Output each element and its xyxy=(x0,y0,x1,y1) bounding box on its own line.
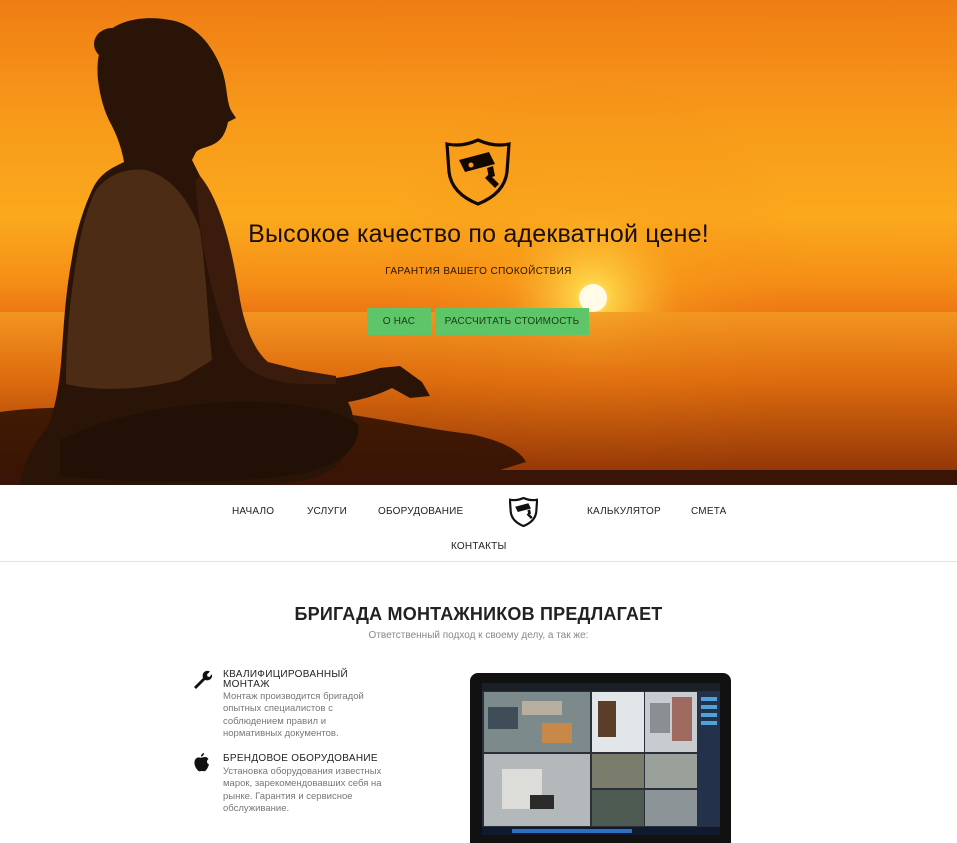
nav-item-estimate[interactable]: СМЕТА xyxy=(691,506,727,517)
camera-grid-image xyxy=(482,683,720,835)
feature-title: БРЕНДОВОЕ ОБОРУДОВАНИЕ xyxy=(223,753,378,764)
nav-item-equipment[interactable]: ОБОРУДОВАНИЕ xyxy=(378,506,463,517)
hero-title: Высокое качество по адекватной цене! xyxy=(248,220,709,248)
feature-title: КВАЛИФИЦИРОВАННЫЙ МОНТАЖ xyxy=(223,669,348,690)
wrench-icon xyxy=(194,670,212,689)
nav-item-services[interactable]: УСЛУГИ xyxy=(307,506,347,517)
section-subtitle: Ответственный подход к своему делу, а та… xyxy=(368,630,589,641)
main-navigation: НАЧАЛО УСЛУГИ ОБОРУДОВАНИЕ КАЛЬКУЛЯТОР С… xyxy=(0,485,957,562)
security-camera-shield-icon xyxy=(445,138,511,206)
nav-item-contacts[interactable]: КОНТАКТЫ xyxy=(451,541,507,552)
feature-description: Монтаж производится бригадой опытных спе… xyxy=(223,691,364,740)
hero-subtitle: ГАРАНТИЯ ВАШЕГО СПОКОЙСТВИЯ xyxy=(385,266,572,277)
cctv-monitor-screenshot xyxy=(482,683,720,835)
apple-icon xyxy=(194,753,209,772)
nav-item-calculator[interactable]: КАЛЬКУЛЯТОР xyxy=(587,506,661,517)
section-title: БРИГАДА МОНТАЖНИКОВ ПРЕДЛАГАЕТ xyxy=(294,604,663,624)
about-button[interactable]: О НАС xyxy=(367,308,431,335)
nav-item-home[interactable]: НАЧАЛО xyxy=(232,506,274,517)
feature-description: Установка оборудования известных марок, … xyxy=(223,766,382,815)
security-camera-shield-icon[interactable] xyxy=(509,497,538,527)
hero-banner: Высокое качество по адекватной цене! ГАР… xyxy=(0,0,957,485)
calculate-cost-button[interactable]: РАССЧИТАТЬ СТОИМОСТЬ xyxy=(435,308,589,335)
